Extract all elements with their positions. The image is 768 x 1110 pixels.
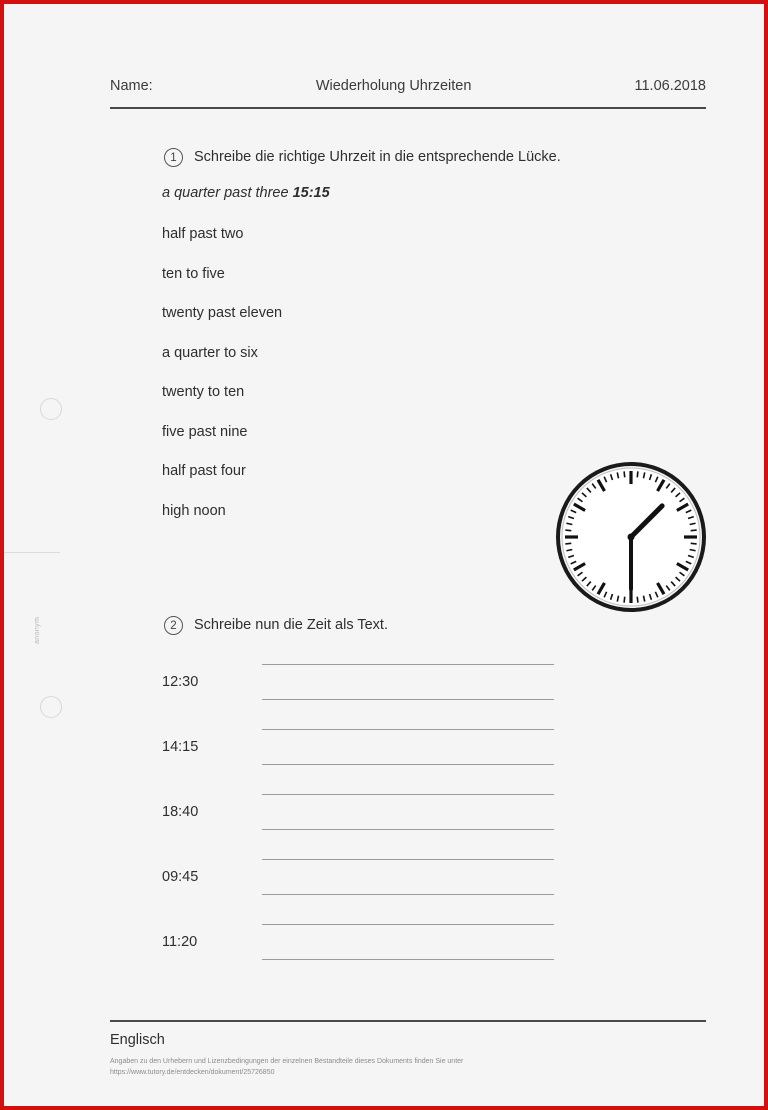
writing-line[interactable]: [262, 794, 554, 795]
answer-time-label: 14:15: [162, 739, 199, 755]
writing-line[interactable]: [262, 729, 554, 730]
example-phrase: a quarter past three: [162, 185, 293, 201]
fold-mark-line: [4, 552, 60, 553]
task-1-phrase-list: half past two ten to five twenty past el…: [162, 225, 492, 541]
answer-row: 12:30: [162, 652, 562, 717]
punch-hole-top-icon: [40, 398, 62, 420]
writing-line[interactable]: [262, 924, 554, 925]
answer-time-label: 09:45: [162, 869, 199, 885]
clock-icon: [556, 462, 706, 612]
answer-row: 14:15: [162, 717, 562, 782]
list-item: a quarter to six: [162, 344, 258, 361]
footer-divider: [110, 1020, 706, 1022]
writing-line[interactable]: [262, 829, 554, 830]
list-item: twenty past eleven: [162, 305, 283, 321]
answer-row: 18:40: [162, 782, 562, 847]
task-2-answer-rows: 12:30 14:15 18:40 09:45 11:20: [162, 652, 562, 977]
list-item: half past four: [162, 463, 246, 479]
writing-line[interactable]: [262, 699, 554, 700]
task-2-number-badge: 2: [164, 616, 183, 635]
task-2-heading: 2 Schreibe nun die Zeit als Text.: [164, 616, 388, 635]
footer-legal-text: Angaben zu den Urhebern und Lizenzbeding…: [110, 1056, 630, 1078]
list-item: ten to five: [162, 265, 225, 282]
worksheet-header: Name: Wiederholung Uhrzeiten 11.06.2018: [110, 78, 706, 94]
answer-time-label: 11:20: [162, 934, 198, 950]
name-label: Name:: [110, 78, 153, 94]
worksheet-page: anonym Name: Wiederholung Uhrzeiten 11.0…: [4, 4, 764, 1106]
writing-line[interactable]: [262, 859, 554, 860]
footer-subject-label: Englisch: [110, 1032, 165, 1048]
answer-row: 11:20: [162, 912, 562, 977]
answer-row: 09:45: [162, 847, 562, 912]
answer-time-label: 12:30: [162, 674, 199, 690]
task-1-number-badge: 1: [164, 148, 183, 167]
footer-legal-line-1: Angaben zu den Urhebern und Lizenzbeding…: [110, 1058, 464, 1065]
list-item: five past nine: [162, 423, 248, 440]
writing-line[interactable]: [262, 894, 554, 895]
answer-time-label: 18:40: [162, 804, 199, 820]
header-divider: [110, 107, 706, 109]
footer-legal-line-2[interactable]: https://www.tutory.de/entdecken/dokument…: [110, 1067, 630, 1078]
list-item: half past two: [162, 226, 244, 242]
writing-line[interactable]: [262, 664, 554, 665]
example-time: 15:15: [292, 185, 330, 201]
anonym-margin-label: anonym: [34, 616, 41, 644]
task-2-instruction: Schreibe nun die Zeit als Text.: [194, 617, 388, 633]
list-item: twenty to ten: [162, 384, 245, 400]
page-title: Wiederholung Uhrzeiten: [315, 78, 472, 94]
page-frame: anonym Name: Wiederholung Uhrzeiten 11.0…: [0, 0, 768, 1110]
task-1-example: a quarter past three 15:15: [162, 185, 330, 201]
task-1-heading: 1 Schreibe die richtige Uhrzeit in die e…: [164, 148, 561, 167]
task-1-instruction: Schreibe die richtige Uhrzeit in die ent…: [194, 149, 561, 165]
list-item: high noon: [162, 502, 226, 519]
punch-hole-bottom-icon: [40, 696, 62, 718]
writing-line[interactable]: [262, 959, 554, 960]
writing-line[interactable]: [262, 764, 554, 765]
date-label: 11.06.2018: [634, 78, 707, 94]
